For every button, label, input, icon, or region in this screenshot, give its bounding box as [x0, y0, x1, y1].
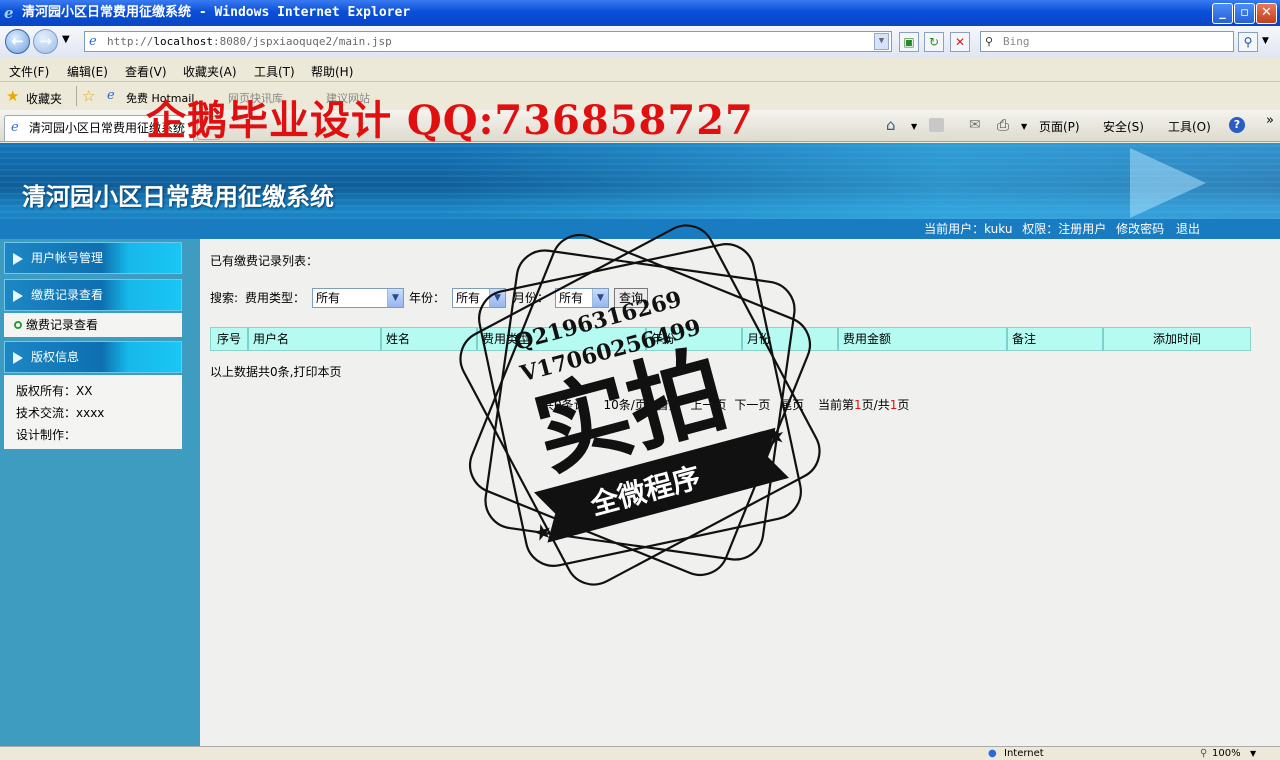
page-favicon-icon: e [89, 34, 97, 49]
mail-icon[interactable]: ✉ [969, 117, 981, 133]
hotmail-page-icon: e [107, 88, 115, 103]
refresh-icon[interactable]: ↻ [924, 32, 944, 52]
menu-favorites[interactable]: 收藏夹(A) [183, 63, 237, 80]
back-icon[interactable]: ← [5, 29, 30, 54]
sidebar-item-label: 缴费记录查看 [26, 318, 99, 332]
sidebar-section-label: 缴费记录查看 [31, 288, 104, 302]
column-header: 序号 [211, 328, 249, 350]
menu-edit[interactable]: 编辑(E) [67, 63, 108, 80]
sidebar-item-payment-records[interactable]: 缴费记录查看 [4, 313, 182, 337]
bullet-icon [14, 321, 22, 329]
help-icon[interactable]: ? [1229, 117, 1245, 133]
menu-help[interactable]: 帮助(H) [311, 63, 353, 80]
zone-text: Internet [1004, 748, 1044, 759]
url-host: localhost [153, 35, 213, 48]
chevron-more-icon[interactable]: » [1266, 113, 1274, 128]
search-icon[interactable]: ⚲ [1238, 32, 1258, 52]
favbar-divider [76, 86, 77, 106]
home-dropdown-icon[interactable]: ▼ [911, 122, 917, 131]
url-path: :8080/jspxiaoquqe2/main.jsp [212, 35, 392, 48]
forward-icon[interactable]: → [33, 29, 58, 54]
zoom-icon: ⚲ [1200, 748, 1208, 759]
expand-arrow-icon [13, 352, 23, 364]
page-menu[interactable]: 页面(P) [1039, 118, 1080, 135]
summary-text: 以上数据共0条,打印本页 [210, 365, 342, 379]
tech-contact-text: 技术交流：xxxx [16, 406, 105, 420]
address-toolbar: ← → ▼ e http://localhost:8080/jspxiaoquq… [0, 26, 1280, 58]
search-label: 搜索: [210, 291, 239, 305]
pager-page-unit: 页/共 [861, 398, 890, 412]
feeds-icon[interactable] [929, 118, 944, 132]
search-provider-icon: ⚲ [985, 35, 994, 48]
print-dropdown-icon[interactable]: ▼ [1021, 122, 1027, 131]
sidebar-section-label: 版权信息 [31, 350, 80, 364]
history-dropdown-icon[interactable]: ▼ [62, 34, 70, 45]
menu-view[interactable]: 查看(V) [125, 63, 167, 80]
fee-type-label: 费用类型： [245, 291, 306, 305]
sidebar-section-label: 用户帐号管理 [31, 251, 104, 265]
menu-file[interactable]: 文件(F) [9, 63, 49, 80]
sidebar-section-user-account[interactable]: 用户帐号管理 [4, 242, 182, 274]
menu-tools[interactable]: 工具(T) [254, 63, 295, 80]
fee-type-value: 所有 [316, 291, 341, 305]
sidebar-section-payment-records[interactable]: 缴费记录查看 [4, 279, 182, 311]
role-label: 权限： [1022, 222, 1059, 236]
current-user-name: kuku [984, 222, 1013, 236]
sidebar-section-copyright[interactable]: 版权信息 [4, 341, 182, 373]
menu-bar: 文件(F) 编辑(E) 查看(V) 收藏夹(A) 工具(T) 帮助(H) [0, 58, 1280, 82]
add-favorite-icon[interactable]: ☆ [82, 87, 95, 105]
ie-logo-icon: e [4, 4, 14, 22]
table-summary: 以上数据共0条,打印本页 [210, 363, 341, 380]
photo-stamp-watermark: Q2196316269 V17060256499 实拍 全微程序 ★ ★ [459, 224, 821, 586]
expand-arrow-icon [13, 253, 23, 265]
expand-arrow-icon [13, 290, 23, 302]
address-input[interactable]: e http://localhost:8080/jspxiaoquqe2/mai… [84, 31, 892, 52]
column-header: 备注 [1008, 328, 1104, 350]
search-input[interactable]: ⚲ Bing [980, 31, 1234, 52]
search-placeholder: Bing [1003, 35, 1030, 48]
change-password-link[interactable]: 修改密码 [1116, 222, 1164, 236]
list-title: 已有缴费记录列表： [210, 254, 319, 268]
sidebar: 用户帐号管理 缴费记录查看 缴费记录查看 版权信息 版权所有：XX 技术交流：x… [0, 239, 200, 746]
pager-page-suffix: 页 [897, 398, 910, 412]
current-user-label: 当前用户： [924, 222, 985, 236]
column-header: 费用金额 [839, 328, 1008, 350]
url-prefix: http:// [107, 35, 154, 48]
globe-icon: ● [988, 748, 997, 759]
home-icon[interactable]: ⌂ [886, 116, 896, 134]
print-icon[interactable]: ⎙ [997, 116, 1009, 134]
column-header: 添加时间 [1152, 332, 1201, 346]
pager-current-page: 1 [854, 398, 862, 412]
role-value: 注册用户 [1058, 222, 1107, 236]
system-title: 清河园小区日常费用征缴系统 [22, 182, 334, 211]
tab-favicon-icon: e [11, 120, 19, 135]
banner-arrow-decoration [1130, 148, 1206, 218]
stamp-star-icon: ★ [530, 518, 556, 547]
window-title: 清河园小区日常费用征缴系统 - Windows Internet Explore… [22, 5, 411, 20]
logout-link[interactable]: 退出 [1176, 222, 1200, 236]
minimize-button[interactable]: _ [1212, 3, 1233, 24]
watermark-text: 企鹅毕业设计 QQ:736858727 [146, 97, 754, 144]
search-options-icon[interactable]: ▼ [1262, 36, 1269, 46]
zoom-dropdown-icon[interactable]: ▼ [1250, 747, 1256, 760]
close-window-button[interactable]: ✕ [1256, 3, 1277, 24]
compatibility-icon[interactable]: ▣ [899, 32, 919, 52]
design-credit-text: 设计制作： [16, 428, 77, 442]
fee-type-select[interactable]: 所有 ▼ [312, 288, 404, 308]
address-dropdown-icon[interactable]: ▼ [874, 33, 889, 50]
window-titlebar: e 清河园小区日常费用征缴系统 - Windows Internet Explo… [0, 0, 1280, 26]
safety-menu[interactable]: 安全(S) [1103, 118, 1144, 135]
year-label: 年份： [409, 291, 446, 305]
restore-button[interactable]: ▫ [1234, 3, 1255, 24]
zoom-level[interactable]: 100% [1212, 747, 1241, 760]
favorites-button[interactable]: 收藏夹 [26, 90, 62, 107]
stop-icon[interactable]: ✕ [950, 32, 970, 52]
copyright-text: 版权所有：XX [16, 384, 93, 398]
status-bar: ● Internet ⚲ 100% ▼ [0, 746, 1280, 760]
favorites-star-icon[interactable]: ★ [6, 87, 19, 105]
chevron-down-icon: ▼ [387, 289, 403, 307]
copyright-info-box: 版权所有：XX 技术交流：xxxx 设计制作： [4, 375, 182, 449]
column-header: 用户名 [249, 328, 382, 350]
tools-menu[interactable]: 工具(O) [1168, 118, 1211, 135]
